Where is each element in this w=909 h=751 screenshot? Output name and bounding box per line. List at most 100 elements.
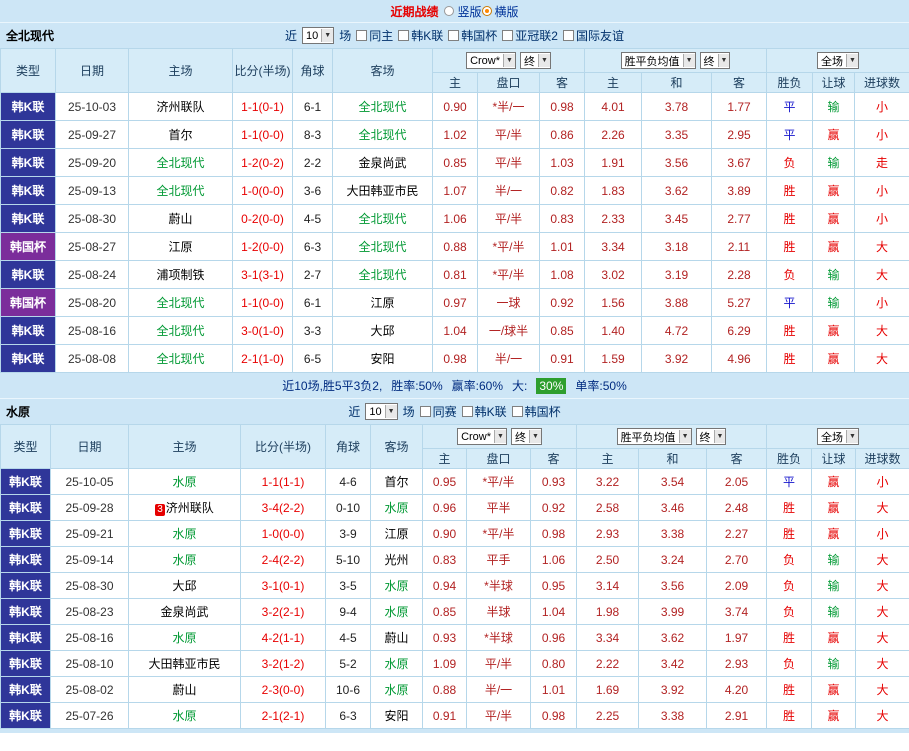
checkbox-icon[interactable] — [398, 30, 410, 41]
away-team-cell[interactable]: 水原 — [370, 494, 423, 521]
away-team-cell[interactable]: 水原 — [370, 650, 423, 677]
odds-final-select[interactable]: 终 ▼ — [519, 52, 551, 69]
away-team-cell[interactable]: 水原 — [370, 676, 423, 703]
checkbox-icon[interactable] — [502, 30, 514, 41]
filter-checkbox-2[interactable]: 韩国杯 — [448, 27, 497, 44]
home-team-cell[interactable]: 蔚山 — [128, 676, 241, 703]
scope-select[interactable]: 全场 ▼ — [817, 428, 859, 445]
filter-checkbox-3[interactable]: 亚冠联2 — [502, 27, 558, 44]
home-team-cell[interactable]: 大邱 — [128, 572, 241, 599]
away-team-cell[interactable]: 光州 — [370, 546, 423, 573]
home-team-cell[interactable]: 全北现代 — [128, 344, 233, 373]
checkbox-icon[interactable] — [461, 406, 473, 417]
result-outcome: 负 — [766, 598, 813, 625]
filter-checkbox-0[interactable]: 同赛 — [419, 403, 457, 420]
home-team-cell[interactable]: 全北现代 — [128, 176, 233, 205]
avg-final-select[interactable]: 终 ▼ — [699, 52, 731, 69]
checkbox-icon[interactable] — [562, 30, 574, 41]
home-team-cell[interactable]: 浦项制铁 — [128, 260, 233, 289]
odds-handicap: 平/半 — [477, 204, 540, 233]
odds-company-select[interactable]: Crow* ▼ — [457, 428, 507, 445]
score-cell[interactable]: 3-2(1-2) — [240, 650, 326, 677]
score-cell[interactable]: 1-1(0-1) — [232, 92, 293, 121]
home-team-cell[interactable]: 江原 — [128, 232, 233, 261]
home-team-cell[interactable]: 3 济州联队 — [128, 494, 241, 521]
home-team-cell[interactable]: 金泉尚武 — [128, 598, 241, 625]
home-team-cell[interactable]: 水原 — [128, 546, 241, 573]
layout-radio-0[interactable]: 竖版 — [444, 3, 482, 20]
odds-final-select[interactable]: 终 ▼ — [510, 428, 542, 445]
home-team-cell[interactable]: 全北现代 — [128, 288, 233, 317]
score-cell[interactable]: 1-1(1-1) — [240, 468, 326, 495]
away-team-cell[interactable]: 全北现代 — [332, 92, 433, 121]
score-cell[interactable]: 1-2(0-0) — [232, 232, 293, 261]
filter-checkbox-1[interactable]: 韩K联 — [461, 403, 507, 420]
score-cell[interactable]: 3-2(2-1) — [240, 598, 326, 625]
away-team-cell[interactable]: 金泉尚武 — [332, 148, 433, 177]
away-team-cell[interactable]: 江原 — [370, 520, 423, 547]
away-team-cell[interactable]: 全北现代 — [332, 260, 433, 289]
filter-checkbox-4[interactable]: 国际友谊 — [562, 27, 624, 44]
score-cell[interactable]: 2-4(2-2) — [240, 546, 326, 573]
away-team-cell[interactable]: 全北现代 — [332, 204, 433, 233]
score-cell[interactable]: 2-1(1-0) — [232, 344, 293, 373]
odds-company-select[interactable]: Crow* ▼ — [466, 52, 516, 69]
match-count-select[interactable]: 10 ▼ — [302, 27, 335, 44]
team-section-bar: 水原 近 10 ▼ 场 同赛 韩K联 韩国杯 — [0, 398, 909, 424]
home-team-cell[interactable]: 全北现代 — [128, 316, 233, 345]
away-team-cell[interactable]: 安阳 — [332, 344, 433, 373]
home-team-cell[interactable]: 水原 — [128, 702, 241, 729]
checkbox-icon[interactable] — [448, 30, 460, 41]
checkbox-icon[interactable] — [511, 406, 523, 417]
score-cell[interactable]: 3-1(0-1) — [240, 572, 326, 599]
home-team-cell[interactable]: 水原 — [128, 468, 241, 495]
checkbox-icon[interactable] — [419, 406, 431, 417]
score-cell[interactable]: 1-0(0-0) — [240, 520, 326, 547]
avg-away: 1.97 — [705, 624, 768, 651]
avg-final-select[interactable]: 终 ▼ — [695, 428, 727, 445]
score-cell[interactable]: 1-0(0-0) — [232, 176, 293, 205]
avg-home: 3.02 — [584, 260, 642, 289]
score-cell[interactable]: 1-2(0-2) — [232, 148, 293, 177]
home-team-cell[interactable]: 济州联队 — [128, 92, 233, 121]
match-count-select[interactable]: 10 ▼ — [365, 403, 398, 420]
filter-checkbox-0[interactable]: 同主 — [356, 27, 393, 44]
home-team-cell[interactable]: 全北现代 — [128, 148, 233, 177]
away-team-cell[interactable]: 江原 — [332, 288, 433, 317]
home-team-cell[interactable]: 蔚山 — [128, 204, 233, 233]
radio-icon[interactable] — [481, 6, 492, 16]
score-cell[interactable]: 2-1(2-1) — [240, 702, 326, 729]
filter-checkbox-2[interactable]: 韩国杯 — [511, 403, 561, 420]
scope-select[interactable]: 全场 ▼ — [817, 52, 859, 69]
home-team-cell[interactable]: 水原 — [128, 624, 241, 651]
away-team-cell[interactable]: 大邱 — [332, 316, 433, 345]
radio-icon[interactable] — [444, 6, 455, 16]
result-handicap: 输 — [812, 148, 856, 177]
away-team-cell[interactable]: 安阳 — [370, 702, 423, 729]
score-cell[interactable]: 1-1(0-0) — [232, 288, 293, 317]
away-team-cell[interactable]: 水原 — [370, 572, 423, 599]
score-cell[interactable]: 3-1(3-1) — [232, 260, 293, 289]
score-cell[interactable]: 3-0(1-0) — [232, 316, 293, 345]
home-team-cell[interactable]: 大田韩亚市民 — [128, 650, 241, 677]
avg-select[interactable]: 胜平负均值 ▼ — [620, 52, 696, 69]
checkbox-icon[interactable] — [356, 30, 368, 41]
score-cell[interactable]: 0-2(0-0) — [232, 204, 293, 233]
layout-radio-1[interactable]: 横版 — [481, 3, 519, 20]
away-team-cell[interactable]: 水原 — [370, 598, 423, 625]
score-cell[interactable]: 4-2(1-1) — [240, 624, 326, 651]
score-cell[interactable]: 1-1(0-0) — [232, 120, 293, 149]
home-team-name: 全北现代 — [156, 184, 205, 198]
away-team-cell[interactable]: 首尔 — [370, 468, 423, 495]
away-team-cell[interactable]: 全北现代 — [332, 232, 433, 261]
away-team-cell[interactable]: 全北现代 — [332, 120, 433, 149]
score-cell[interactable]: 2-3(0-0) — [240, 676, 326, 703]
score-cell[interactable]: 3-4(2-2) — [240, 494, 326, 521]
away-team-cell[interactable]: 大田韩亚市民 — [332, 176, 433, 205]
away-team-cell[interactable]: 蔚山 — [370, 624, 423, 651]
subcol-3: 主 — [576, 448, 639, 469]
home-team-cell[interactable]: 首尔 — [128, 120, 233, 149]
home-team-cell[interactable]: 水原 — [128, 520, 241, 547]
avg-select[interactable]: 胜平负均值 ▼ — [616, 428, 692, 445]
filter-checkbox-1[interactable]: 韩K联 — [398, 27, 443, 44]
